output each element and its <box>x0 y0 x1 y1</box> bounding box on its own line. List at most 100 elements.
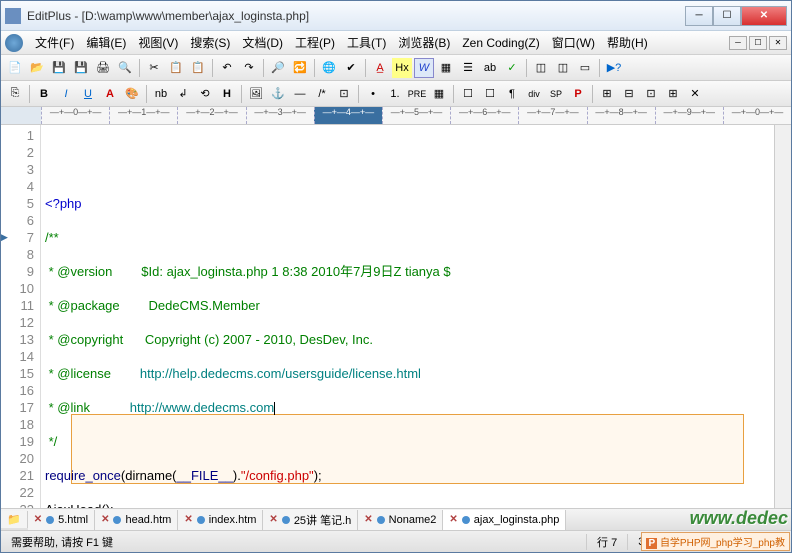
new-file-button[interactable]: 📄 <box>5 58 25 78</box>
replace-button[interactable]: 🔁 <box>290 58 310 78</box>
line-number[interactable]: 17 <box>3 399 34 416</box>
line-number[interactable]: 19 <box>3 433 34 450</box>
file-tab[interactable]: ✕index.htm <box>178 510 263 530</box>
copy-button[interactable]: 📋 <box>166 58 186 78</box>
line-number[interactable]: 4 <box>3 178 34 195</box>
line-number[interactable]: 1 <box>3 127 34 144</box>
file-tab[interactable]: ✕ajax_loginsta.php <box>443 510 566 530</box>
maximize-button[interactable] <box>713 6 741 26</box>
directory-tab[interactable]: 📁 <box>1 511 28 528</box>
bold-button[interactable]: B <box>34 84 54 104</box>
line-number[interactable]: 14 <box>3 348 34 365</box>
font-button[interactable]: A̲ <box>370 58 390 78</box>
file-tab[interactable]: ✕5.html <box>28 510 95 530</box>
menu-item[interactable]: 编辑(E) <box>80 34 132 52</box>
palette-button[interactable]: 🎨 <box>122 84 142 104</box>
close-tab-icon[interactable]: ✕ <box>269 514 277 525</box>
line-number[interactable]: 9 <box>3 263 34 280</box>
titlebar[interactable]: EditPlus - [D:\wamp\www\member\ajax_logi… <box>1 1 791 31</box>
window3-button[interactable]: ▭ <box>575 58 595 78</box>
menu-item[interactable]: Zen Coding(Z) <box>456 34 545 52</box>
line-gutter[interactable]: 1234567891011121314151617181920212223 <box>1 125 41 508</box>
br-button[interactable]: ↲ <box>173 84 193 104</box>
close-tab-icon[interactable]: ✕ <box>34 514 42 525</box>
line-number[interactable]: 10 <box>3 280 34 297</box>
hr-button[interactable]: — <box>290 84 310 104</box>
line-number[interactable]: 2 <box>3 144 34 161</box>
spellcheck-button[interactable]: ✔ <box>341 58 361 78</box>
line-number[interactable]: 11 <box>3 297 34 314</box>
file-tab[interactable]: ✕head.htm <box>95 510 178 530</box>
window1-button[interactable]: ◫ <box>531 58 551 78</box>
redo-button[interactable]: ↷ <box>239 58 259 78</box>
mdi-minimize-button[interactable]: ─ <box>729 36 747 50</box>
linenum-button[interactable]: ☰ <box>458 58 478 78</box>
print-button[interactable]: 🖨 <box>93 58 113 78</box>
file-tab[interactable]: ✕25讲 笔记.h <box>263 510 358 530</box>
nbsp-button[interactable]: nb <box>151 84 171 104</box>
line-number[interactable]: 7 <box>3 229 34 246</box>
mdi-restore-button[interactable]: ☐ <box>749 36 767 50</box>
highlight-button[interactable]: Hx <box>392 58 412 78</box>
tool-c-button[interactable]: ⊡ <box>641 84 661 104</box>
close-tab-icon[interactable]: ✕ <box>184 514 192 525</box>
span-button[interactable]: SP <box>546 84 566 104</box>
fontcolor-button[interactable]: A <box>100 84 120 104</box>
mdi-close-button[interactable]: ✕ <box>769 36 787 50</box>
menu-item[interactable]: 搜索(S) <box>184 34 236 52</box>
file-tab[interactable]: ✕Noname2 <box>358 510 443 530</box>
save-button[interactable]: 💾 <box>49 58 69 78</box>
menu-item[interactable]: 视图(V) <box>132 34 184 52</box>
heading-button[interactable]: H <box>217 84 237 104</box>
underline-button[interactable]: U <box>78 84 98 104</box>
line-number[interactable]: 12 <box>3 314 34 331</box>
tag-button[interactable]: ⎘ <box>5 84 25 104</box>
image-button[interactable]: 🖼 <box>246 84 266 104</box>
menu-item[interactable]: 文件(F) <box>29 34 80 52</box>
para-button[interactable]: ⟲ <box>195 84 215 104</box>
line-number[interactable]: 21 <box>3 467 34 484</box>
line-number[interactable]: 5 <box>3 195 34 212</box>
menu-item[interactable]: 工程(P) <box>289 34 341 52</box>
undo-button[interactable]: ↶ <box>217 58 237 78</box>
close-tab-icon[interactable]: ✕ <box>449 514 457 525</box>
tool-b-button[interactable]: ⊟ <box>619 84 639 104</box>
browser-button[interactable]: 🌐 <box>319 58 339 78</box>
italic-button[interactable]: I <box>56 84 76 104</box>
line-number[interactable]: 6 <box>3 212 34 229</box>
line-number[interactable]: 8 <box>3 246 34 263</box>
line-number[interactable]: 13 <box>3 331 34 348</box>
line-number[interactable]: 15 <box>3 365 34 382</box>
find-button[interactable]: 🔎 <box>268 58 288 78</box>
minimize-button[interactable] <box>685 6 713 26</box>
line-number[interactable]: 22 <box>3 484 34 501</box>
menu-item[interactable]: 工具(T) <box>341 34 392 52</box>
close-tab-icon[interactable]: ✕ <box>364 514 372 525</box>
pre-button[interactable]: PRE <box>407 84 427 104</box>
table-button[interactable]: ▦ <box>429 84 449 104</box>
close-tab-icon[interactable]: ✕ <box>101 514 109 525</box>
comment-button[interactable]: /* <box>312 84 332 104</box>
anchor-button[interactable]: ⚓ <box>268 84 288 104</box>
cut-button[interactable]: ✂ <box>144 58 164 78</box>
wordwrap-button[interactable]: W <box>414 58 434 78</box>
preview-button[interactable]: 🔍 <box>115 58 135 78</box>
pilcrow-button[interactable]: ¶ <box>502 84 522 104</box>
paste-button[interactable]: 📋 <box>188 58 208 78</box>
help-button[interactable]: ▶? <box>604 58 624 78</box>
column-button[interactable]: ▦ <box>436 58 456 78</box>
open-file-button[interactable]: 📂 <box>27 58 47 78</box>
line-number[interactable]: 18 <box>3 416 34 433</box>
ol-button[interactable]: 1. <box>385 84 405 104</box>
menu-item[interactable]: 帮助(H) <box>601 34 654 52</box>
menu-item[interactable]: 文档(D) <box>236 34 289 52</box>
ul-button[interactable]: • <box>363 84 383 104</box>
code-editor[interactable]: <?php /** * @version $Id: ajax_loginsta.… <box>41 125 774 508</box>
input-button[interactable]: ☐ <box>480 84 500 104</box>
div-button[interactable]: div <box>524 84 544 104</box>
line-number[interactable]: 3 <box>3 161 34 178</box>
close-button[interactable] <box>741 6 787 26</box>
center-button[interactable]: ⊡ <box>334 84 354 104</box>
window2-button[interactable]: ◫ <box>553 58 573 78</box>
vertical-scrollbar[interactable] <box>774 125 791 508</box>
